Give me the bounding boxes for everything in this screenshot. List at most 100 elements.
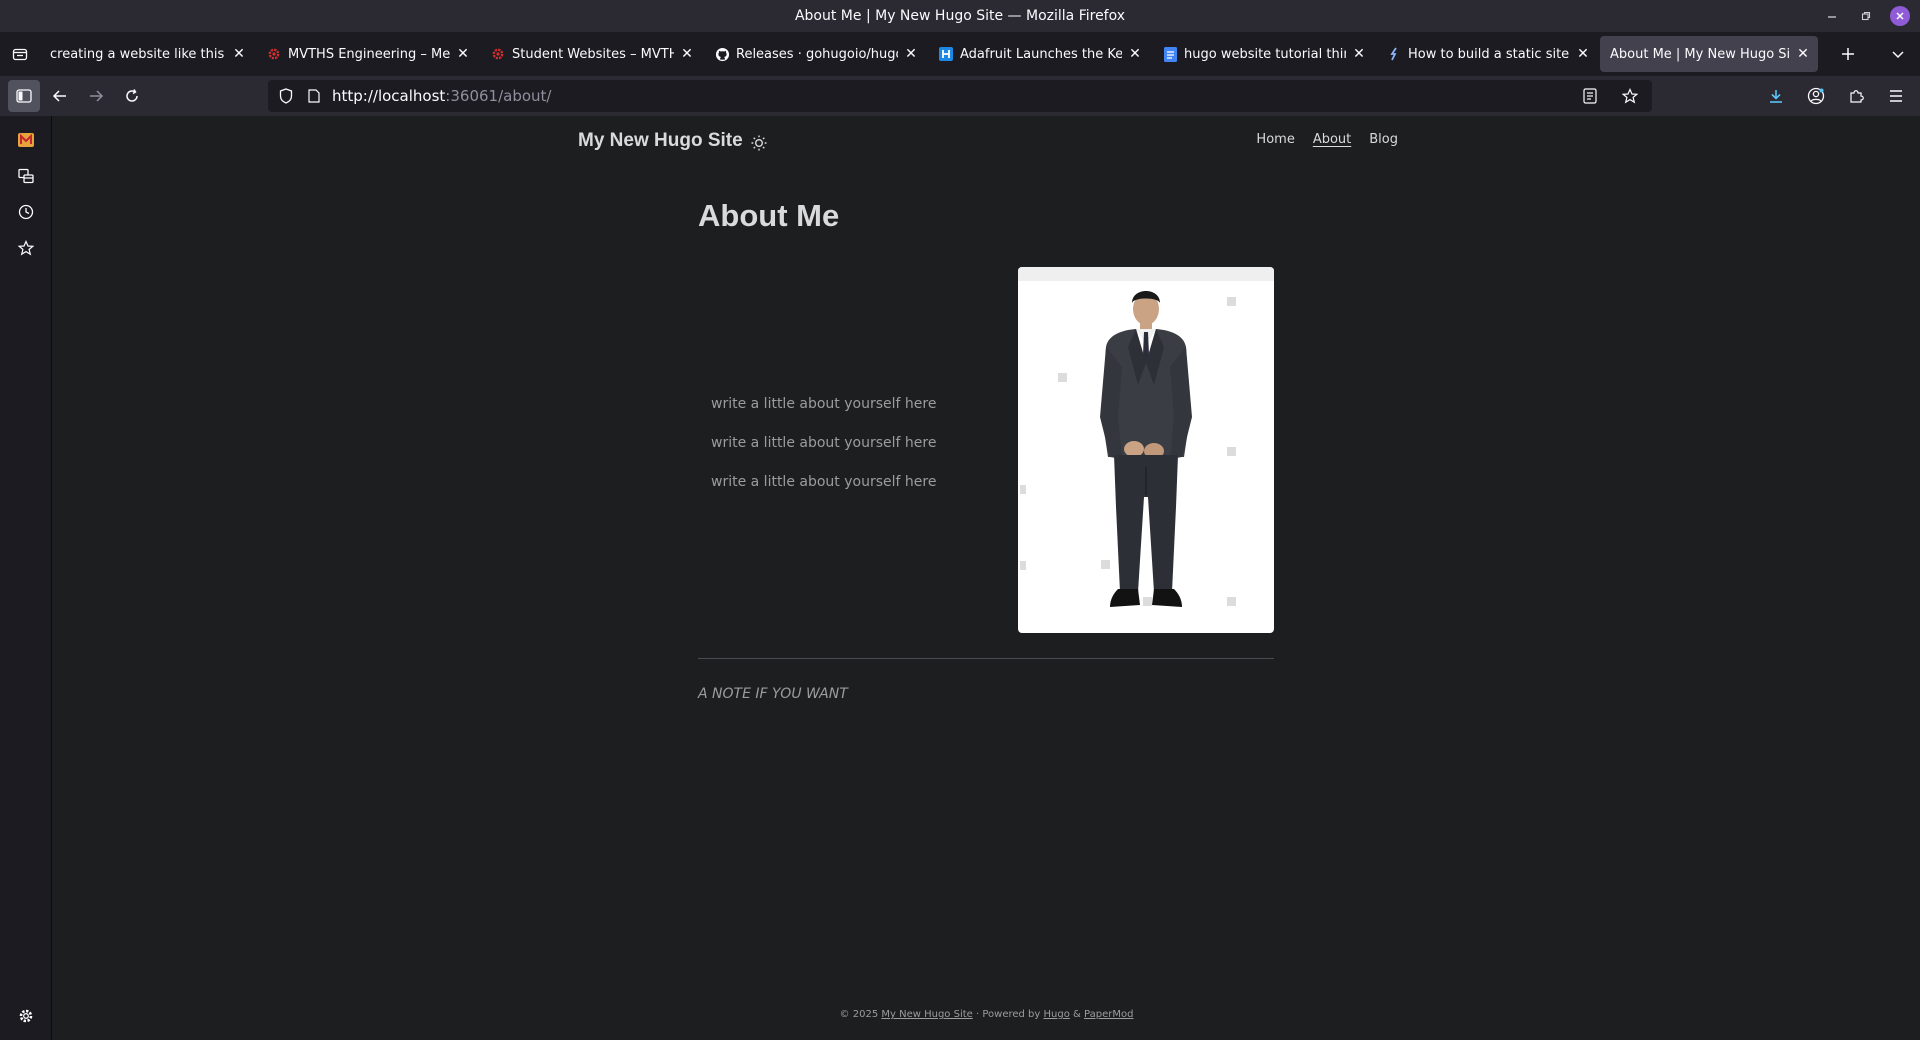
person-in-suit-illustration <box>1020 291 1236 607</box>
hugo-icon <box>1386 46 1402 62</box>
footer-site-link[interactable]: My New Hugo Site <box>881 1009 972 1020</box>
profile-photo <box>1018 267 1274 633</box>
app-menu-button[interactable] <box>1880 80 1912 112</box>
github-icon <box>714 46 730 62</box>
tab-label: About Me | My New Hugo Site <box>1610 46 1790 62</box>
sidebar-bookmarks-button[interactable] <box>14 236 38 260</box>
tab-strip: creating a website like this using ✕ MVT… <box>0 32 1920 76</box>
plus-icon <box>1842 48 1854 60</box>
back-button[interactable] <box>44 80 76 112</box>
tab-student-websites[interactable]: Student Websites – MVTHS ✕ <box>480 36 702 72</box>
window-title: About Me | My New Hugo Site — Mozilla Fi… <box>794 8 1126 24</box>
gear-icon <box>19 1009 33 1023</box>
close-tab-icon[interactable]: ✕ <box>1794 45 1812 63</box>
site-logo-link[interactable]: My New Hugo Site <box>578 130 743 152</box>
tab-static-site[interactable]: How to build a static site wit ✕ <box>1376 36 1598 72</box>
restore-button[interactable] <box>1856 6 1876 26</box>
sidebar-extension-button[interactable] <box>14 128 38 152</box>
reader-view-button[interactable] <box>1574 80 1606 112</box>
sidebar-settings-button[interactable] <box>14 1004 38 1028</box>
about-paragraph: write a little about yourself here <box>711 474 937 490</box>
about-paragraph: write a little about yourself here <box>711 396 937 412</box>
menu-link-home[interactable]: Home <box>1256 132 1294 147</box>
tab-label: Adafruit Launches the Kee B <box>960 46 1122 62</box>
tab-mvths-engineering[interactable]: MVTHS Engineering – Medfi ✕ <box>256 36 478 72</box>
account-button[interactable] <box>1800 80 1832 112</box>
url-bar[interactable]: http://localhost:36061/about/ <box>268 80 1652 112</box>
tab-hugo-tutorial[interactable]: hugo website tutorial thing ✕ <box>1152 36 1374 72</box>
close-tab-icon[interactable]: ✕ <box>1574 45 1592 63</box>
page-title: About Me <box>698 198 840 233</box>
close-tab-icon[interactable]: ✕ <box>1126 45 1144 63</box>
account-icon <box>1807 87 1825 105</box>
footer-amp: & <box>1073 1009 1081 1020</box>
about-text-block: write a little about yourself here write… <box>711 394 936 511</box>
sun-icon <box>751 135 767 151</box>
url-text: http://localhost:36061/about/ <box>332 87 551 105</box>
tab-label: hugo website tutorial thing <box>1184 46 1346 62</box>
navigation-toolbar: http://localhost:36061/about/ <box>0 76 1920 116</box>
url-path: :36061/about/ <box>445 87 552 105</box>
list-all-tabs-button[interactable] <box>1880 36 1916 72</box>
sidebar-history-button[interactable] <box>14 200 38 224</box>
extensions-button[interactable] <box>1840 80 1872 112</box>
page-viewport: My New Hugo Site Home About Blog About M… <box>53 116 1920 1040</box>
tab-label: Student Websites – MVTHS <box>512 46 674 62</box>
downloads-button[interactable] <box>1760 80 1792 112</box>
close-icon <box>1896 12 1904 20</box>
tab-adafruit[interactable]: Adafruit Launches the Kee B ✕ <box>928 36 1150 72</box>
minimize-button[interactable] <box>1822 6 1842 26</box>
tab-hugo-releases[interactable]: Releases · gohugoio/hugo ✕ <box>704 36 926 72</box>
close-tab-icon[interactable]: ✕ <box>902 45 920 63</box>
close-window-button[interactable] <box>1890 6 1910 26</box>
close-tab-icon[interactable]: ✕ <box>1350 45 1368 63</box>
url-bar-actions <box>1570 80 1646 112</box>
site-footer: © 2025 My New Hugo Site · Powered by Hug… <box>53 1009 1920 1020</box>
window-controls <box>1822 0 1910 32</box>
new-tab-button[interactable] <box>1830 36 1866 72</box>
footnote-text: A NOTE IF YOU WANT <box>698 686 848 702</box>
clock-icon <box>18 204 34 220</box>
url-host: http://localhost <box>332 87 446 105</box>
toolbar-right-actions <box>1756 80 1912 112</box>
synced-tabs-icon <box>18 168 34 184</box>
about-paragraph: write a little about yourself here <box>711 435 937 451</box>
tab-creating-website[interactable]: creating a website like this using ✕ <box>40 36 254 72</box>
tab-list: creating a website like this using ✕ MVT… <box>40 32 1820 76</box>
footer-papermod-link[interactable]: PaperMod <box>1084 1009 1133 1020</box>
puzzle-icon <box>1850 90 1864 103</box>
close-tab-icon[interactable]: ✕ <box>230 45 248 63</box>
forward-button[interactable] <box>80 80 112 112</box>
footer-hugo-link[interactable]: Hugo <box>1044 1009 1070 1020</box>
footer-powered-by: · Powered by <box>975 1009 1041 1020</box>
chevron-down-icon <box>1892 51 1904 59</box>
sidebar-toggle-button[interactable] <box>8 80 40 112</box>
tab-label: creating a website like this using <box>50 46 226 62</box>
browser-sidebar <box>0 116 52 1040</box>
tab-label: MVTHS Engineering – Medfi <box>288 46 450 62</box>
site-header: My New Hugo Site Home About Blog <box>578 130 1398 160</box>
gear-red-icon <box>266 46 282 62</box>
theme-toggle-button[interactable] <box>750 134 768 152</box>
bookmark-star-button[interactable] <box>1614 80 1646 112</box>
star-icon <box>18 240 34 256</box>
tab-about-me[interactable]: About Me | My New Hugo Site ✕ <box>1600 36 1818 72</box>
mailchimp-m-icon <box>18 133 34 147</box>
sidebar-synced-tabs-button[interactable] <box>14 164 38 188</box>
download-icon <box>1770 90 1782 103</box>
page-icon[interactable] <box>300 89 328 103</box>
minimize-icon <box>1828 16 1836 18</box>
tab-label: How to build a static site wit <box>1408 46 1570 62</box>
menu-link-about[interactable]: About <box>1313 132 1351 147</box>
star-icon <box>1622 88 1638 104</box>
close-tab-icon[interactable]: ✕ <box>454 45 472 63</box>
site-menu: Home About Blog <box>1256 132 1398 147</box>
photo-top-band <box>1018 267 1274 281</box>
menu-link-blog[interactable]: Blog <box>1369 132 1398 147</box>
reload-button[interactable] <box>116 80 148 112</box>
sidebar-icon <box>16 89 32 103</box>
shield-icon[interactable] <box>272 88 300 104</box>
firefox-view-button[interactable] <box>0 32 40 76</box>
close-tab-icon[interactable]: ✕ <box>678 45 696 63</box>
tab-label: Releases · gohugoio/hugo <box>736 46 898 62</box>
